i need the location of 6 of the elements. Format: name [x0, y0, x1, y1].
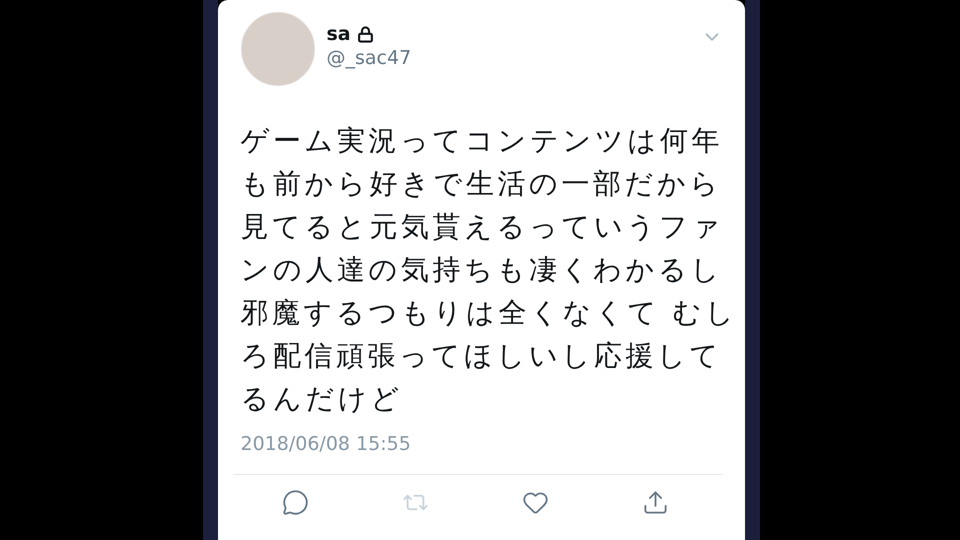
tweet-text: ゲーム実況ってコンテンツは何年も前から好きで生活の一部だから見てると元気貰えるっていうファンの人達の気持ちも凄くわかるし邪魔するつもりは全くなくて むしろ配信頑張ってほしいし応援してるんだけど: [240, 123, 738, 417]
reply-button[interactable]: [282, 489, 309, 516]
user-name: sa: [326, 23, 351, 45]
user-handle: @_sac47: [326, 47, 412, 69]
share-button[interactable]: [642, 489, 669, 516]
timestamp: 2018/06/08 15:55: [240, 433, 412, 455]
